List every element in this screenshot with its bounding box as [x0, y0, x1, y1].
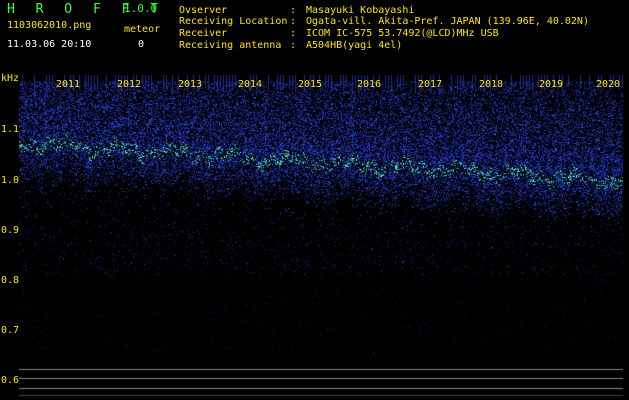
year-label: 2017	[418, 79, 443, 90]
location-separator: :	[290, 16, 297, 27]
year-label: 2020	[596, 79, 621, 90]
year-label: 2014	[238, 79, 263, 90]
image-filename: 1103062010.png	[7, 20, 92, 31]
location-label: Receiving Location	[179, 16, 288, 27]
spectrogram	[19, 75, 623, 397]
observer-value: Masayuki Kobayashi	[306, 5, 415, 16]
app-version: 1.0.0	[124, 2, 158, 15]
hroff-screen: H R O F F T 1.0.0 1103062010.png 11.03.0…	[0, 0, 629, 400]
receiver-label: Receiver	[179, 28, 228, 39]
year-label: 2015	[298, 79, 323, 90]
year-label: 2019	[539, 79, 564, 90]
location-value: Ogata-vill. Akita-Pref. JAPAN (139.96E, …	[306, 16, 589, 27]
antenna-value: A504HB(yagi 4el)	[306, 40, 403, 51]
capture-datetime: 11.03.06 20:10	[7, 39, 92, 50]
observer-separator: :	[290, 5, 297, 16]
year-label: 2011	[56, 79, 81, 90]
frequency-tick-label: 0.6	[1, 375, 20, 386]
antenna-label: Receiving antenna	[179, 40, 282, 51]
year-label: 2013	[178, 79, 203, 90]
year-label: 2018	[479, 79, 504, 90]
meteor-count: 0	[138, 39, 145, 50]
year-label: 2016	[357, 79, 382, 90]
frequency-tick-label: 0.8	[1, 275, 20, 286]
frequency-tick-label: 1.0	[1, 175, 20, 186]
observer-label: Ovserver	[179, 5, 228, 16]
antenna-separator: :	[290, 40, 297, 51]
receiver-value: ICOM IC-575 53.7492(@LCD)MHz USB	[306, 28, 499, 39]
year-label: 2012	[117, 79, 142, 90]
frequency-tick-label: 0.9	[1, 225, 20, 236]
frequency-tick-label: 0.7	[1, 325, 20, 336]
receiver-separator: :	[290, 28, 297, 39]
frequency-tick-label: 1.1	[1, 124, 20, 135]
spectrogram-canvas	[19, 75, 623, 397]
frequency-unit-label: kHz	[1, 73, 20, 84]
meteor-label: meteor	[124, 24, 161, 35]
